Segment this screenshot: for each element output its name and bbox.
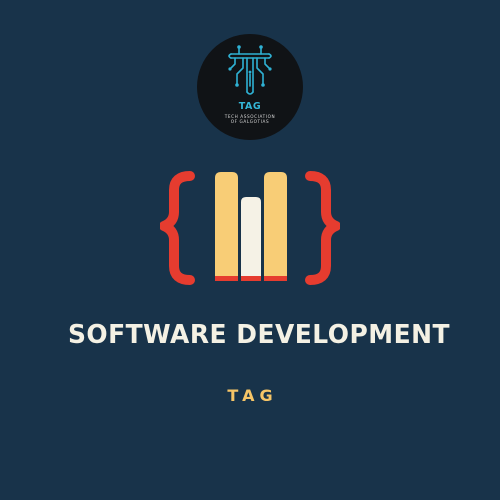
circuit-t-icon	[228, 45, 272, 95]
logo-badge: TAG TECH ASSOCIATION OF GALGOTIAS	[197, 34, 303, 140]
logo-subtitle: TECH ASSOCIATION OF GALGOTIAS	[197, 114, 303, 124]
left-book-icon	[215, 172, 238, 281]
right-brace-icon	[305, 171, 340, 285]
right-book-icon	[264, 172, 287, 281]
code-braces-books-icon	[160, 171, 340, 285]
logo-name: TAG	[238, 101, 262, 112]
tagline: TAG	[227, 386, 278, 405]
logo-subtitle-line-2: OF GALGOTIAS	[230, 119, 270, 124]
center-book-icon	[241, 197, 261, 281]
page-title: SOFTWARE DEVELOPMENT	[67, 320, 451, 350]
left-brace-icon	[160, 171, 195, 285]
